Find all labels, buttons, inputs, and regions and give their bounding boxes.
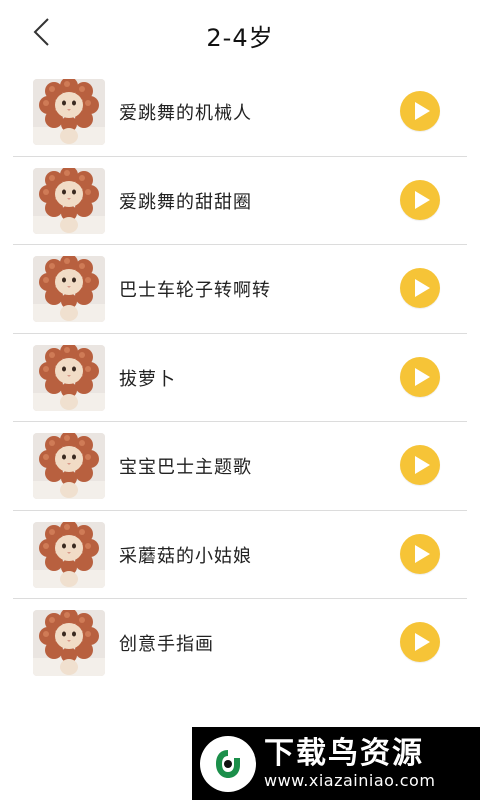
song-thumbnail — [33, 433, 105, 499]
cat-thumbnail-icon — [33, 433, 105, 499]
song-title: 宝宝巴士主题歌 — [119, 457, 252, 478]
list-item[interactable]: 创意手指画 — [13, 599, 467, 688]
song-title: 采蘑菇的小姑娘 — [119, 545, 252, 567]
cat-thumbnail-icon — [33, 167, 105, 234]
watermark: 下载鸟资源 www.xiazainiao.com — [192, 727, 480, 800]
song-title: 拔萝卜 — [119, 368, 176, 390]
song-thumbnail — [33, 79, 105, 145]
page-title: 2-4岁 — [206, 24, 274, 52]
song-thumbnail — [33, 167, 105, 234]
song-list: 爱跳舞的机械人 爱跳舞的甜甜圈 巴士车轮子转啊转 拔萝卜 宝宝巴士主题歌 采蘑菇… — [13, 68, 467, 688]
list-item[interactable]: 采蘑菇的小姑娘 — [13, 511, 467, 599]
play-icon — [414, 456, 430, 474]
play-button[interactable] — [400, 533, 440, 574]
watermark-url: www.xiazainiao.com — [264, 770, 436, 790]
list-item[interactable]: 巴士车轮子转啊转 — [13, 245, 467, 334]
song-thumbnail — [33, 256, 105, 322]
cat-thumbnail-icon — [33, 610, 105, 676]
song-thumbnail — [33, 610, 105, 676]
play-button[interactable] — [400, 91, 440, 131]
play-button[interactable] — [400, 356, 440, 397]
play-icon — [414, 367, 430, 386]
list-item[interactable]: 爱跳舞的机械人 — [13, 68, 467, 157]
play-button[interactable] — [400, 179, 440, 220]
play-button[interactable] — [400, 268, 440, 308]
play-icon — [414, 633, 430, 651]
header: 2-4岁 — [0, 0, 480, 72]
play-button[interactable] — [400, 445, 440, 485]
cat-thumbnail-icon — [33, 344, 105, 411]
song-title: 巴士车轮子转啊转 — [119, 280, 271, 301]
song-title: 爱跳舞的甜甜圈 — [119, 191, 252, 213]
watermark-name: 下载鸟资源 — [264, 735, 424, 771]
play-button[interactable] — [400, 622, 440, 662]
song-thumbnail — [33, 344, 105, 411]
bird-logo-icon — [200, 735, 256, 792]
list-item[interactable]: 宝宝巴士主题歌 — [13, 422, 467, 511]
song-thumbnail — [33, 521, 105, 588]
cat-thumbnail-icon — [33, 256, 105, 322]
play-icon — [414, 544, 430, 563]
list-item[interactable]: 拔萝卜 — [13, 334, 467, 422]
play-icon — [414, 279, 430, 297]
song-title: 爱跳舞的机械人 — [119, 103, 252, 124]
cat-thumbnail-icon — [33, 79, 105, 145]
song-title: 创意手指画 — [119, 634, 214, 655]
play-icon — [414, 190, 430, 209]
play-icon — [414, 102, 430, 120]
list-item[interactable]: 爱跳舞的甜甜圈 — [13, 157, 467, 245]
cat-thumbnail-icon — [33, 521, 105, 588]
